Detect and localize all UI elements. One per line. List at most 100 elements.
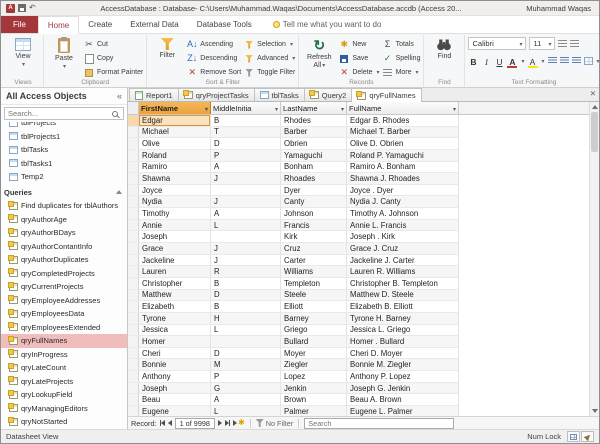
document-tab-qryfullnames[interactable]: qryFullNames — [351, 88, 421, 102]
sidebar-item-qrycompletedprojects[interactable]: qryCompletedProjects — [1, 267, 127, 281]
column-header-fullname[interactable]: FullName — [347, 102, 459, 114]
grid-cell[interactable]: Nydia — [139, 196, 211, 208]
grid-cell[interactable]: Yamaguchi — [281, 150, 347, 162]
grid-cell[interactable]: Kirk — [281, 231, 347, 243]
ribbon-tab-database-tools[interactable]: Database Tools — [188, 16, 261, 33]
ribbon-tab-home[interactable]: Home — [38, 16, 79, 34]
grid-cell[interactable]: Brown — [281, 394, 347, 406]
new-record-button[interactable]: ✱New — [339, 38, 379, 51]
bullets-icon[interactable] — [558, 40, 567, 48]
grid-cell[interactable]: A — [211, 162, 281, 174]
grid-cell[interactable]: B — [211, 115, 281, 127]
grid-cell[interactable]: Joseph G. Jenkin — [347, 383, 459, 395]
font-size-select[interactable]: 11 — [529, 37, 555, 50]
grid-cell[interactable] — [211, 185, 281, 197]
numbering-icon[interactable] — [570, 40, 579, 48]
delete-record-button[interactable]: ✕Delete — [339, 66, 379, 79]
design-view-button[interactable] — [581, 431, 594, 442]
grid-cell[interactable]: Eugene — [139, 406, 211, 416]
row-selector[interactable] — [128, 173, 139, 185]
new-blank-record-button[interactable]: ✱ — [233, 419, 245, 427]
bold-button[interactable]: B — [468, 55, 478, 67]
grid-cell[interactable]: Christopher B. Templeton — [347, 278, 459, 290]
scrollbar-track[interactable] — [590, 112, 599, 406]
sidebar-item-tbltasks1[interactable]: tblTasks1 — [1, 157, 127, 171]
row-selector[interactable] — [128, 196, 139, 208]
grid-cell[interactable]: Annie — [139, 220, 211, 232]
sidebar-item-qryemployeeaddresses[interactable]: qryEmployeeAddresses — [1, 294, 127, 308]
grid-cell[interactable]: Joseph — [139, 231, 211, 243]
account-user-name[interactable]: Muhammad Waqas — [526, 4, 594, 13]
nav-pane-header[interactable]: All Access Objects « — [1, 88, 127, 105]
grid-cell[interactable]: Canty — [281, 196, 347, 208]
selection-button[interactable]: Selection — [244, 38, 295, 51]
grid-cell[interactable]: H — [211, 313, 281, 325]
align-left-icon[interactable] — [548, 57, 557, 65]
font-name-select[interactable]: Calibri — [468, 37, 526, 50]
grid-cell[interactable]: G — [211, 383, 281, 395]
scrollbar-thumb[interactable] — [591, 112, 598, 152]
row-selector[interactable] — [128, 115, 139, 127]
grid-cell[interactable]: Cheri D. Moyer — [347, 348, 459, 360]
grid-cell[interactable]: Olive D. Obrien — [347, 138, 459, 150]
grid-cell[interactable]: Olive — [139, 138, 211, 150]
grid-cell[interactable]: Eugene L. Palmer — [347, 406, 459, 416]
grid-cell[interactable]: J — [211, 255, 281, 267]
column-header-firstname[interactable]: FirstName — [139, 102, 211, 114]
font-color-button[interactable]: A — [507, 55, 517, 67]
row-selector[interactable] — [128, 185, 139, 197]
record-search-box[interactable] — [304, 418, 454, 429]
collapse-chevron-icon[interactable] — [116, 190, 122, 194]
sidebar-item-qryemployeesdata[interactable]: qryEmployeesData — [1, 307, 127, 321]
column-header-lastname[interactable]: LastName — [281, 102, 347, 114]
grid-cell[interactable]: Edgar — [139, 115, 211, 127]
grid-cell[interactable]: D — [211, 348, 281, 360]
scroll-down-icon[interactable] — [590, 406, 599, 416]
view-button[interactable]: View — [6, 36, 40, 70]
sidebar-item-tblprojects1[interactable]: tblProjects1 — [1, 130, 127, 144]
grid-cell[interactable]: M — [211, 359, 281, 371]
copy-button[interactable]: Copy — [84, 52, 143, 65]
grid-cell[interactable]: Shawna — [139, 173, 211, 185]
grid-cell[interactable]: L — [211, 406, 281, 416]
grid-cell[interactable]: B — [211, 278, 281, 290]
grid-cell[interactable]: Anthony — [139, 371, 211, 383]
grid-cell[interactable]: Beau A. Brown — [347, 394, 459, 406]
sidebar-item-qrylatecount[interactable]: qryLateCount — [1, 361, 127, 375]
toggle-filter-button[interactable]: Toggle Filter — [244, 66, 295, 79]
grid-cell[interactable]: Lauren — [139, 266, 211, 278]
column-dropdown-icon[interactable] — [340, 104, 344, 113]
document-tab-qryprojecttasks[interactable]: qryProjectTasks — [178, 88, 255, 101]
grid-cell[interactable]: Michael — [139, 127, 211, 139]
row-selector[interactable] — [128, 243, 139, 255]
shutter-bar-icon[interactable]: « — [117, 91, 122, 101]
refresh-all-button[interactable]: ↻ RefreshAll — [302, 36, 336, 71]
document-tab-tbltasks[interactable]: tblTasks — [254, 88, 305, 101]
grid-cell[interactable]: Lauren R. Williams — [347, 266, 459, 278]
row-selector[interactable] — [128, 150, 139, 162]
no-filter-indicator[interactable]: No Filter — [256, 419, 294, 428]
row-selector[interactable] — [128, 336, 139, 348]
scroll-up-icon[interactable] — [590, 102, 599, 112]
grid-cell[interactable]: P — [211, 371, 281, 383]
grid-cell[interactable]: Elizabeth — [139, 301, 211, 313]
grid-cell[interactable]: Grace J. Cruz — [347, 243, 459, 255]
grid-cell[interactable]: Timothy — [139, 208, 211, 220]
more-button[interactable]: More — [383, 66, 421, 79]
paste-button[interactable]: Paste — [47, 36, 81, 72]
sidebar-item-tblprojects[interactable]: tblProjects — [1, 122, 127, 130]
sidebar-item-qryauthorage[interactable]: qryAuthorAge — [1, 213, 127, 227]
align-center-icon[interactable] — [560, 57, 569, 65]
find-button[interactable]: Find — [427, 36, 461, 61]
grid-cell[interactable]: Ramiro — [139, 162, 211, 174]
sidebar-item-find-duplicates-for-tblauthors[interactable]: Find duplicates for tblAuthors — [1, 199, 127, 213]
search-input[interactable] — [8, 109, 110, 118]
nav-search-box[interactable] — [4, 107, 124, 120]
grid-cell[interactable]: Michael T. Barber — [347, 127, 459, 139]
row-selector[interactable] — [128, 325, 139, 337]
grid-cell[interactable]: Ramiro A. Bonham — [347, 162, 459, 174]
ribbon-tab-create[interactable]: Create — [79, 16, 121, 33]
italic-button[interactable]: I — [481, 55, 491, 67]
cut-button[interactable]: ✂Cut — [84, 38, 143, 51]
quick-save-icon[interactable] — [18, 4, 26, 12]
